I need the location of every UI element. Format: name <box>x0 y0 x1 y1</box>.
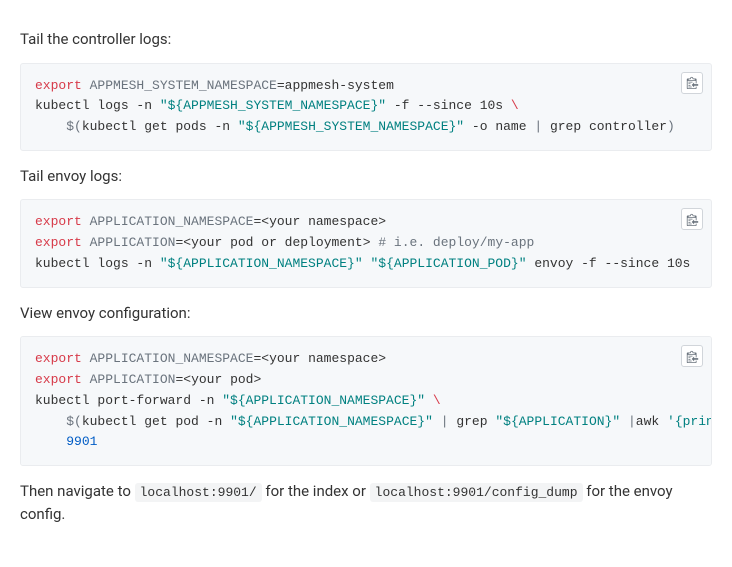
copy-button[interactable] <box>681 345 703 367</box>
copy-icon <box>686 350 699 363</box>
code-content: export APPMESH_SYSTEM_NAMESPACE=appmesh-… <box>35 76 697 138</box>
para-view-config: View envoy configuration: <box>20 302 712 325</box>
copy-button[interactable] <box>681 72 703 94</box>
copy-button[interactable] <box>681 208 703 230</box>
code-content: export APPLICATION_NAMESPACE=<your names… <box>35 212 697 274</box>
code-content: export APPLICATION_NAMESPACE=<your names… <box>35 349 697 453</box>
para-tail-envoy: Tail envoy logs: <box>20 165 712 188</box>
codeblock-envoy-config: export APPLICATION_NAMESPACE=<your names… <box>20 336 712 466</box>
inline-code-config-dump: localhost:9901/config_dump <box>370 483 583 502</box>
codeblock-envoy-logs: export APPLICATION_NAMESPACE=<your names… <box>20 199 712 287</box>
copy-icon <box>686 76 699 89</box>
codeblock-controller-logs: export APPMESH_SYSTEM_NAMESPACE=appmesh-… <box>20 63 712 151</box>
para-tail-controller: Tail the controller logs: <box>20 28 712 51</box>
copy-icon <box>686 213 699 226</box>
inline-code-index: localhost:9901/ <box>135 483 262 502</box>
para-navigate: Then navigate to localhost:9901/ for the… <box>20 480 712 525</box>
